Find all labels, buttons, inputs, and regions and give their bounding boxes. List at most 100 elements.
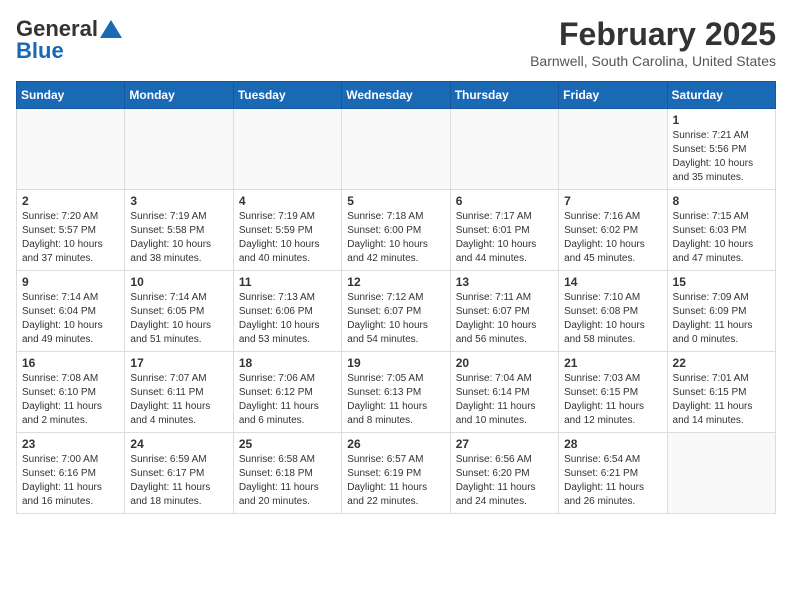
calendar-cell: 17 Sunrise: 7:07 AM Sunset: 6:11 PM Dayli… [125, 352, 233, 433]
calendar-cell: 1 Sunrise: 7:21 AM Sunset: 5:56 PM Daylig… [667, 109, 775, 190]
day-number: 19 [347, 356, 444, 370]
calendar-day-header: Saturday [667, 82, 775, 109]
day-info: Sunrise: 6:59 AM Sunset: 6:17 PM Dayligh… [130, 453, 227, 509]
calendar-week-row: 23Sunrise: 7:00 AM Sunset: 6:16 PM Dayli… [17, 433, 776, 514]
day-info: Sunrise: 7:11 AM Sunset: 6:07 PM Dayligh… [456, 291, 553, 347]
calendar-week-row: 16 Sunrise: 7:08 AM Sunset: 6:10 PM Dayli… [17, 352, 776, 433]
calendar-week-row: 2Sunrise: 7:20 AM Sunset: 5:57 PM Daylig… [17, 190, 776, 271]
calendar-cell [17, 109, 125, 190]
calendar-cell: 5 Sunrise: 7:18 AM Sunset: 6:00 PM Daylig… [342, 190, 450, 271]
day-info: Sunrise: 7:15 AM Sunset: 6:03 PM Dayligh… [673, 210, 770, 266]
day-number: 7 [564, 194, 661, 208]
day-number: 15 [673, 275, 770, 289]
day-info: Sunrise: 7:05 AM Sunset: 6:13 PM Dayligh… [347, 372, 444, 428]
logo-blue: Blue [16, 38, 64, 64]
day-info: Sunrise: 7:12 AM Sunset: 6:07 PM Dayligh… [347, 291, 444, 347]
calendar-cell: 25 Sunrise: 6:58 AM Sunset: 6:18 PM Dayli… [233, 433, 341, 514]
page-header: General Blue February 2025 Barnwell, Sou… [16, 16, 776, 69]
day-number: 25 [239, 437, 336, 451]
day-number: 14 [564, 275, 661, 289]
day-number: 5 [347, 194, 444, 208]
calendar-day-header: Friday [559, 82, 667, 109]
calendar-cell: 23Sunrise: 7:00 AM Sunset: 6:16 PM Dayli… [17, 433, 125, 514]
day-info: Sunrise: 6:54 AM Sunset: 6:21 PM Dayligh… [564, 453, 661, 509]
calendar-week-row: 9 Sunrise: 7:14 AM Sunset: 6:04 PM Daylig… [17, 271, 776, 352]
day-number: 21 [564, 356, 661, 370]
day-number: 3 [130, 194, 227, 208]
calendar-cell [667, 433, 775, 514]
calendar-cell: 19 Sunrise: 7:05 AM Sunset: 6:13 PM Dayli… [342, 352, 450, 433]
day-info: Sunrise: 7:14 AM Sunset: 6:04 PM Dayligh… [22, 291, 119, 347]
day-info: Sunrise: 7:09 AM Sunset: 6:09 PM Dayligh… [673, 291, 770, 347]
day-number: 18 [239, 356, 336, 370]
title-block: February 2025 Barnwell, South Carolina, … [530, 16, 776, 69]
day-info: Sunrise: 6:56 AM Sunset: 6:20 PM Dayligh… [456, 453, 553, 509]
day-number: 23 [22, 437, 119, 451]
calendar-body: 1 Sunrise: 7:21 AM Sunset: 5:56 PM Daylig… [17, 109, 776, 514]
day-info: Sunrise: 7:19 AM Sunset: 5:58 PM Dayligh… [130, 210, 227, 266]
calendar-day-header: Monday [125, 82, 233, 109]
day-number: 13 [456, 275, 553, 289]
calendar-cell: 12 Sunrise: 7:12 AM Sunset: 6:07 PM Dayli… [342, 271, 450, 352]
day-info: Sunrise: 7:07 AM Sunset: 6:11 PM Dayligh… [130, 372, 227, 428]
calendar-day-header: Wednesday [342, 82, 450, 109]
location: Barnwell, South Carolina, United States [530, 53, 776, 69]
day-number: 17 [130, 356, 227, 370]
calendar-cell: 21 Sunrise: 7:03 AM Sunset: 6:15 PM Dayli… [559, 352, 667, 433]
day-number: 26 [347, 437, 444, 451]
day-number: 16 [22, 356, 119, 370]
calendar-cell: 22 Sunrise: 7:01 AM Sunset: 6:15 PM Dayli… [667, 352, 775, 433]
day-info: Sunrise: 6:57 AM Sunset: 6:19 PM Dayligh… [347, 453, 444, 509]
calendar-cell: 16 Sunrise: 7:08 AM Sunset: 6:10 PM Dayli… [17, 352, 125, 433]
calendar-header-row: SundayMondayTuesdayWednesdayThursdayFrid… [17, 82, 776, 109]
calendar-cell [450, 109, 558, 190]
calendar-cell: 13 Sunrise: 7:11 AM Sunset: 6:07 PM Dayli… [450, 271, 558, 352]
day-info: Sunrise: 7:08 AM Sunset: 6:10 PM Dayligh… [22, 372, 119, 428]
calendar-cell [342, 109, 450, 190]
day-number: 12 [347, 275, 444, 289]
day-number: 1 [673, 113, 770, 127]
day-info: Sunrise: 7:06 AM Sunset: 6:12 PM Dayligh… [239, 372, 336, 428]
calendar-cell: 9 Sunrise: 7:14 AM Sunset: 6:04 PM Daylig… [17, 271, 125, 352]
calendar-cell [125, 109, 233, 190]
calendar-week-row: 1 Sunrise: 7:21 AM Sunset: 5:56 PM Daylig… [17, 109, 776, 190]
calendar-table: SundayMondayTuesdayWednesdayThursdayFrid… [16, 81, 776, 514]
calendar-cell [559, 109, 667, 190]
day-number: 27 [456, 437, 553, 451]
calendar-cell: 15 Sunrise: 7:09 AM Sunset: 6:09 PM Dayli… [667, 271, 775, 352]
day-number: 8 [673, 194, 770, 208]
calendar-cell: 6 Sunrise: 7:17 AM Sunset: 6:01 PM Daylig… [450, 190, 558, 271]
month-title: February 2025 [530, 16, 776, 53]
calendar-day-header: Sunday [17, 82, 125, 109]
day-info: Sunrise: 7:16 AM Sunset: 6:02 PM Dayligh… [564, 210, 661, 266]
day-info: Sunrise: 7:19 AM Sunset: 5:59 PM Dayligh… [239, 210, 336, 266]
day-number: 11 [239, 275, 336, 289]
calendar-cell: 14Sunrise: 7:10 AM Sunset: 6:08 PM Dayli… [559, 271, 667, 352]
day-info: Sunrise: 7:04 AM Sunset: 6:14 PM Dayligh… [456, 372, 553, 428]
day-number: 10 [130, 275, 227, 289]
day-info: Sunrise: 6:58 AM Sunset: 6:18 PM Dayligh… [239, 453, 336, 509]
calendar-cell: 7 Sunrise: 7:16 AM Sunset: 6:02 PM Daylig… [559, 190, 667, 271]
day-number: 22 [673, 356, 770, 370]
calendar-cell: 3 Sunrise: 7:19 AM Sunset: 5:58 PM Daylig… [125, 190, 233, 271]
day-info: Sunrise: 7:13 AM Sunset: 6:06 PM Dayligh… [239, 291, 336, 347]
day-info: Sunrise: 7:01 AM Sunset: 6:15 PM Dayligh… [673, 372, 770, 428]
day-number: 20 [456, 356, 553, 370]
calendar-cell: 10 Sunrise: 7:14 AM Sunset: 6:05 PM Dayli… [125, 271, 233, 352]
day-info: Sunrise: 7:18 AM Sunset: 6:00 PM Dayligh… [347, 210, 444, 266]
calendar-cell: 27 Sunrise: 6:56 AM Sunset: 6:20 PM Dayli… [450, 433, 558, 514]
day-info: Sunrise: 7:17 AM Sunset: 6:01 PM Dayligh… [456, 210, 553, 266]
day-number: 9 [22, 275, 119, 289]
day-number: 6 [456, 194, 553, 208]
logo-triangle-icon [100, 20, 122, 38]
day-number: 4 [239, 194, 336, 208]
day-info: Sunrise: 7:03 AM Sunset: 6:15 PM Dayligh… [564, 372, 661, 428]
day-info: Sunrise: 7:14 AM Sunset: 6:05 PM Dayligh… [130, 291, 227, 347]
day-info: Sunrise: 7:20 AM Sunset: 5:57 PM Dayligh… [22, 210, 119, 266]
day-info: Sunrise: 7:21 AM Sunset: 5:56 PM Dayligh… [673, 129, 770, 185]
calendar-day-header: Thursday [450, 82, 558, 109]
day-number: 28 [564, 437, 661, 451]
calendar-cell: 26 Sunrise: 6:57 AM Sunset: 6:19 PM Dayli… [342, 433, 450, 514]
calendar-cell: 2Sunrise: 7:20 AM Sunset: 5:57 PM Daylig… [17, 190, 125, 271]
calendar-cell: 18 Sunrise: 7:06 AM Sunset: 6:12 PM Dayli… [233, 352, 341, 433]
